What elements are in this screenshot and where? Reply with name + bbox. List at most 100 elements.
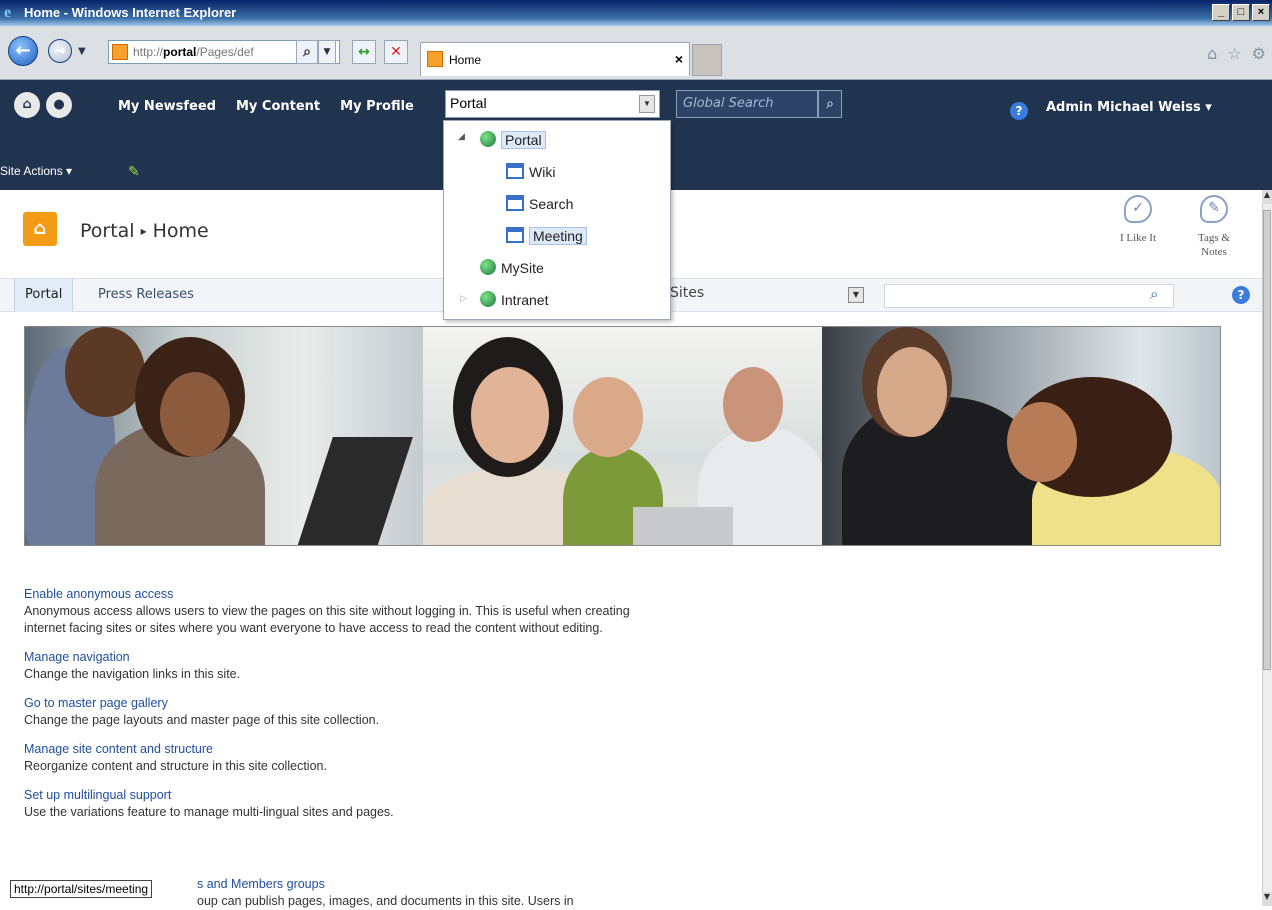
banner-panel-right <box>821 327 1220 545</box>
menu-item-wiki[interactable]: Wiki <box>506 159 555 185</box>
address-dropdown-button[interactable]: ▼ <box>318 40 336 64</box>
minimize-button[interactable]: _ <box>1212 4 1230 21</box>
menu-item-label: Intranet <box>501 292 549 308</box>
manage-navigation-link[interactable]: Manage navigation <box>24 649 664 666</box>
help-icon[interactable]: ? <box>1232 286 1250 304</box>
edit-page-icon[interactable]: ✎ <box>128 164 146 180</box>
list-item: Manage site content and structure Reorga… <box>24 741 664 775</box>
my-newsfeed-link[interactable]: My Newsfeed <box>118 99 216 114</box>
browser-right-icons: ⌂ ☆ ⚙ <box>1207 44 1266 63</box>
menu-item-label: MySite <box>501 260 544 276</box>
banner-image <box>24 326 1221 546</box>
close-window-button[interactable]: × <box>1252 4 1270 21</box>
i-like-it-button[interactable]: ✓ I Like It <box>1110 195 1166 245</box>
enable-anonymous-access-link[interactable]: Enable anonymous access <box>24 586 664 603</box>
site-logo-icon[interactable]: ⌂ <box>23 212 57 246</box>
home-round-icon[interactable]: ⌂ <box>14 92 40 118</box>
site-scope-select[interactable]: Portal ▼ <box>445 90 660 118</box>
sitemap-icon <box>506 195 524 212</box>
site-scope-menu: ◢ Portal Wiki Search Meeting MySite ▷ In… <box>443 120 671 320</box>
my-profile-link[interactable]: My Profile <box>340 99 414 114</box>
address-host: portal <box>163 45 197 59</box>
ie-logo-icon: e <box>4 4 12 21</box>
collapse-triangle-icon[interactable]: ◢ <box>458 131 465 142</box>
breadcrumb: Portal ▸ Home <box>80 220 209 242</box>
multilingual-support-link[interactable]: Set up multilingual support <box>24 787 664 804</box>
menu-item-mysite[interactable]: MySite <box>480 255 544 281</box>
tags-label: Tags & <box>1198 232 1230 244</box>
help-icon[interactable]: ? <box>1010 102 1028 120</box>
window-title: Home - Windows Internet Explorer <box>24 5 237 20</box>
address-prefix: http:// <box>133 45 164 59</box>
window-controls: _ □ × <box>1212 4 1270 21</box>
site-favicon-icon <box>112 44 128 60</box>
mysite-links: My Newsfeed My Content My Profile <box>118 99 414 114</box>
menu-item-search[interactable]: Search <box>506 191 573 217</box>
global-search-button[interactable]: ⌕ <box>818 90 842 118</box>
chevron-down-icon[interactable]: ▼ <box>639 95 655 113</box>
status-bar-url: http://portal/sites/meeting <box>10 880 153 898</box>
window-titlebar: e Home - Windows Internet Explorer _ □ × <box>0 0 1272 26</box>
back-button[interactable]: ← <box>8 36 38 66</box>
scope-select-value: Portal <box>450 95 487 111</box>
menu-item-intranet[interactable]: Intranet <box>480 287 548 313</box>
site-search-input[interactable] <box>884 284 1174 308</box>
list-item: Enable anonymous access Anonymous access… <box>24 586 664 637</box>
list-item-description: Use the variations feature to manage mul… <box>24 805 394 819</box>
tab-label: Home <box>449 53 482 67</box>
list-item-description: Change the navigation links in this site… <box>24 667 241 681</box>
home-icon[interactable]: ⌂ <box>1207 44 1217 63</box>
new-tab-button[interactable] <box>692 44 722 76</box>
list-item: Go to master page gallery Change the pag… <box>24 695 664 729</box>
menu-item-portal[interactable]: Portal <box>480 127 546 153</box>
master-page-gallery-link[interactable]: Go to master page gallery <box>24 695 664 712</box>
refresh-icon[interactable]: ↔ <box>352 40 376 64</box>
globe-icon <box>480 259 496 276</box>
tag-note-icon: ✎ <box>1200 195 1228 223</box>
stop-icon[interactable]: ✕ <box>384 40 408 64</box>
globe-icon <box>480 131 496 148</box>
menu-item-meeting[interactable]: Meeting <box>506 223 587 249</box>
address-path: /Pages/def <box>196 45 254 59</box>
members-groups-link-text: s and Members groups <box>197 877 325 891</box>
tab-favicon-icon <box>427 51 443 67</box>
scrollbar-thumb[interactable] <box>1263 210 1271 670</box>
history-dropdown-icon[interactable]: ▼ <box>78 46 86 57</box>
search-address-icon[interactable]: ⌕ <box>296 40 318 64</box>
sitemap-icon <box>506 163 524 180</box>
manage-site-content-link[interactable]: Manage site content and structure <box>24 741 664 758</box>
browser-toolbar: ← → ▼ http://portal/Pages/def ⌕ ▼ ↔ ✕ Ho… <box>0 26 1272 80</box>
maximize-button[interactable]: □ <box>1232 4 1250 21</box>
list-item: Set up multilingual support Use the vari… <box>24 787 664 821</box>
browser-tab[interactable]: Home × <box>420 42 690 76</box>
menu-item-label: Search <box>529 196 574 212</box>
banner-panel-center <box>423 327 822 545</box>
list-item-description: Change the page layouts and master page … <box>24 713 380 727</box>
search-scope-value[interactable]: Sites <box>670 285 704 301</box>
breadcrumb-site[interactable]: Portal <box>80 220 135 242</box>
scroll-up-arrow-icon[interactable]: ▲ <box>1262 190 1272 204</box>
settings-link-list: Enable anonymous access Anonymous access… <box>24 586 664 833</box>
global-search-input[interactable]: Global Search <box>676 90 818 118</box>
tab-close-button[interactable]: × <box>675 51 683 67</box>
tools-gear-icon[interactable]: ⚙ <box>1252 44 1266 63</box>
nav-item-press-releases[interactable]: Press Releases <box>88 279 204 312</box>
chevron-down-icon[interactable]: ▼ <box>848 287 864 303</box>
expand-triangle-icon[interactable]: ▷ <box>460 293 467 304</box>
site-actions-menu[interactable]: Site Actions ▾ <box>0 164 72 178</box>
list-item: Manage navigation Change the navigation … <box>24 649 664 683</box>
profile-round-icon[interactable]: ● <box>46 92 72 118</box>
scroll-down-arrow-icon[interactable]: ▼ <box>1262 892 1272 906</box>
forward-button[interactable]: → <box>48 39 72 63</box>
my-content-link[interactable]: My Content <box>236 99 320 114</box>
favorites-star-icon[interactable]: ☆ <box>1227 44 1241 63</box>
globe-icon <box>480 291 496 308</box>
user-menu[interactable]: Admin Michael Weiss ▾ <box>1046 100 1212 115</box>
nav-item-portal[interactable]: Portal <box>14 279 74 312</box>
notes-label: Notes <box>1201 246 1227 258</box>
menu-item-label: Wiki <box>529 164 556 180</box>
tags-notes-button[interactable]: ✎ Tags & Notes <box>1186 195 1242 259</box>
search-icon[interactable]: ⌕ <box>1150 285 1158 303</box>
breadcrumb-separator: ▸ <box>140 224 147 238</box>
menu-item-label: Portal <box>501 131 546 149</box>
